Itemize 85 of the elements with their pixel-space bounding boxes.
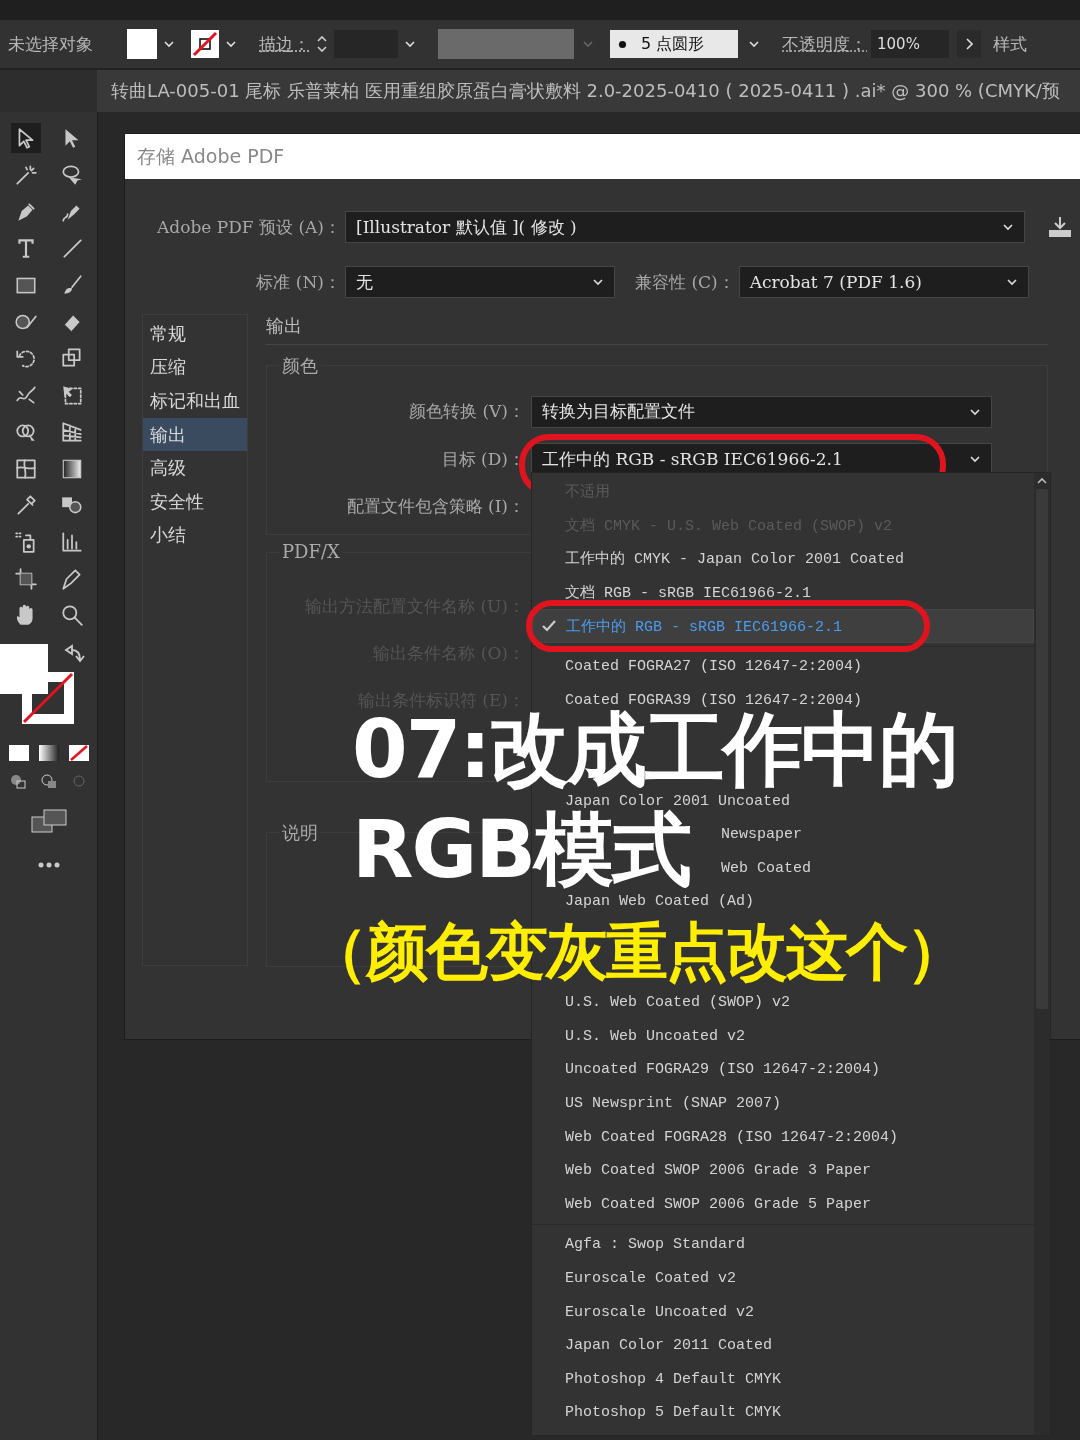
group-legend: 说明 xyxy=(279,821,321,845)
save-preset-icon[interactable] xyxy=(1047,215,1073,239)
profile-option[interactable]: Agfa : Swop Standard xyxy=(532,1235,752,1254)
style-label[interactable]: 样式 xyxy=(993,32,1027,56)
caret-icon xyxy=(1005,278,1018,286)
selection-status: 未选择对象 xyxy=(8,32,93,56)
profile-option[interactable]: U.S. Web Uncoated v2 xyxy=(532,1027,752,1046)
standard-dropdown[interactable]: 无 xyxy=(345,266,615,298)
category-item[interactable]: 常规 xyxy=(143,317,247,351)
variable-width-dropdown[interactable] xyxy=(438,29,594,59)
section-title: 输出 xyxy=(266,314,1048,345)
profile-option[interactable]: Web Coated SWOP 2006 Grade 5 Paper xyxy=(532,1195,878,1214)
stroke-color-button[interactable] xyxy=(191,30,237,58)
more-icon[interactable] xyxy=(36,861,61,868)
field-label: 目标 (D)： xyxy=(440,447,525,471)
caption-title: RGB模式 xyxy=(352,809,691,891)
profile-option[interactable]: Web Coated SWOP 2006 Grade 3 Paper xyxy=(532,1161,878,1180)
profile-option[interactable]: US Newsprint (SNAP 2007) xyxy=(532,1094,788,1113)
symbol-sprayer-icon[interactable] xyxy=(13,529,38,554)
color-swatch-icon[interactable] xyxy=(7,743,30,762)
profile-option[interactable]: Web Coated FOGRA28 (ISO 12647-2:2004) xyxy=(532,1128,905,1147)
caption-title: 07:改成工作中的 xyxy=(352,709,958,791)
group-legend: PDF/X xyxy=(279,541,343,562)
screen-mode-icon[interactable] xyxy=(30,807,67,834)
preset-label: Adobe PDF 预设 (A)： xyxy=(156,215,341,239)
fill-color-button[interactable] xyxy=(127,29,175,59)
category-item[interactable]: 压缩 xyxy=(143,350,247,385)
field-label: 配置文件包含策略 (I)： xyxy=(345,495,525,519)
profile-option[interactable]: Coated FOGRA27 (ISO 12647-2:2004) xyxy=(532,657,869,676)
field-label: 颜色转换 (V)： xyxy=(408,400,525,424)
dialog-title: 存储 Adobe PDF xyxy=(125,134,1080,179)
caret-icon xyxy=(1002,223,1014,231)
chevron-icon xyxy=(965,38,973,50)
brush-dot-icon xyxy=(618,39,627,49)
profile-option[interactable]: 工作中的 RGB - sRGB IEC61966-2.1 xyxy=(532,609,1034,643)
preset-dropdown[interactable]: [Illustrator 默认值 ]( 修改 ) xyxy=(345,211,1025,243)
category-item[interactable]: 输出 xyxy=(143,417,247,452)
compatibility-dropdown[interactable]: Acrobat 7 (PDF 1.6) xyxy=(738,266,1029,298)
scroll-up-icon[interactable] xyxy=(1036,477,1048,485)
category-item[interactable]: 安全性 xyxy=(143,484,247,519)
profile-option[interactable]: Japan Web Coated (Ad) xyxy=(532,892,761,911)
standard-label: 标准 (N)： xyxy=(255,270,341,294)
category-item[interactable]: 小结 xyxy=(143,518,247,553)
opacity-field[interactable]: 100% xyxy=(871,30,949,58)
profile-option[interactable]: 工作中的 CMYK - Japan Color 2001 Coated xyxy=(532,550,911,568)
category-item[interactable]: 高级 xyxy=(143,451,247,485)
caret-icon xyxy=(163,40,175,48)
profile-option[interactable]: Photoshop 5 Default CMYK xyxy=(532,1403,788,1422)
category-item[interactable]: 标记和出血 xyxy=(143,384,247,418)
caret-icon xyxy=(582,40,594,48)
stepper-arrows-icon[interactable] xyxy=(316,33,328,55)
profile-option[interactable]: Photoshop 4 Default CMYK xyxy=(532,1370,788,1389)
none-swatch-icon[interactable] xyxy=(67,743,90,762)
caret-icon xyxy=(225,40,237,48)
gradient-swatch-icon[interactable] xyxy=(37,743,60,762)
document-tab[interactable]: 转曲LA-005-01 尾标 乐普莱柏 医用重组胶原蛋白膏状敷料 2.0-2025-0410 ( 2025-0411 ) .ai* @ 300 % (CMYK/预 xyxy=(97,70,1080,112)
profile-option[interactable]: Newspaper xyxy=(712,825,808,844)
profile-option[interactable]: U.S. Web Coated (SWOP) v2 xyxy=(532,993,797,1012)
checkmark-icon xyxy=(541,619,557,634)
profile-option[interactable]: Coated FOGRA39 (ISO 12647-2:2004) xyxy=(532,691,869,710)
artboard-icon[interactable] xyxy=(13,566,38,591)
profile-option[interactable]: Uncoated FOGRA29 (ISO 12647-2:2004) xyxy=(532,1060,887,1079)
caret-icon xyxy=(404,40,416,48)
bar-chart-icon[interactable] xyxy=(59,529,84,554)
caption-note: （颜色变灰重点改这个） xyxy=(306,914,966,990)
profile-option[interactable]: Euroscale Uncoated v2 xyxy=(532,1303,761,1322)
profile-option[interactable]: Web Coated xyxy=(712,859,817,878)
perspective-grid-icon[interactable] xyxy=(59,419,84,444)
stroke-weight-field[interactable] xyxy=(316,30,416,58)
stroke-label[interactable]: 描边： xyxy=(259,32,310,56)
caret-icon xyxy=(969,407,981,416)
caret-icon xyxy=(969,455,981,464)
profile-option[interactable]: 文档 RGB - sRGB IEC61966-2.1 xyxy=(532,583,818,602)
zoom-icon[interactable] xyxy=(59,603,84,628)
profile-option[interactable]: Japan Color 2011 Coated xyxy=(532,1336,779,1355)
profile-dropdown[interactable]: 转换为目标配置文件 xyxy=(531,395,992,428)
opacity-label[interactable]: 不透明度： xyxy=(782,32,867,56)
group-legend: 颜色 xyxy=(279,354,321,378)
caret-icon xyxy=(748,40,760,48)
magic-wand-icon[interactable] xyxy=(13,163,38,188)
mesh-icon[interactable] xyxy=(13,456,38,481)
profile-option[interactable]: Euroscale Coated v2 xyxy=(532,1269,743,1288)
chevron-button[interactable] xyxy=(957,30,981,58)
caret-icon xyxy=(592,278,604,286)
compatibility-label: 兼容性 (C)： xyxy=(635,270,735,294)
